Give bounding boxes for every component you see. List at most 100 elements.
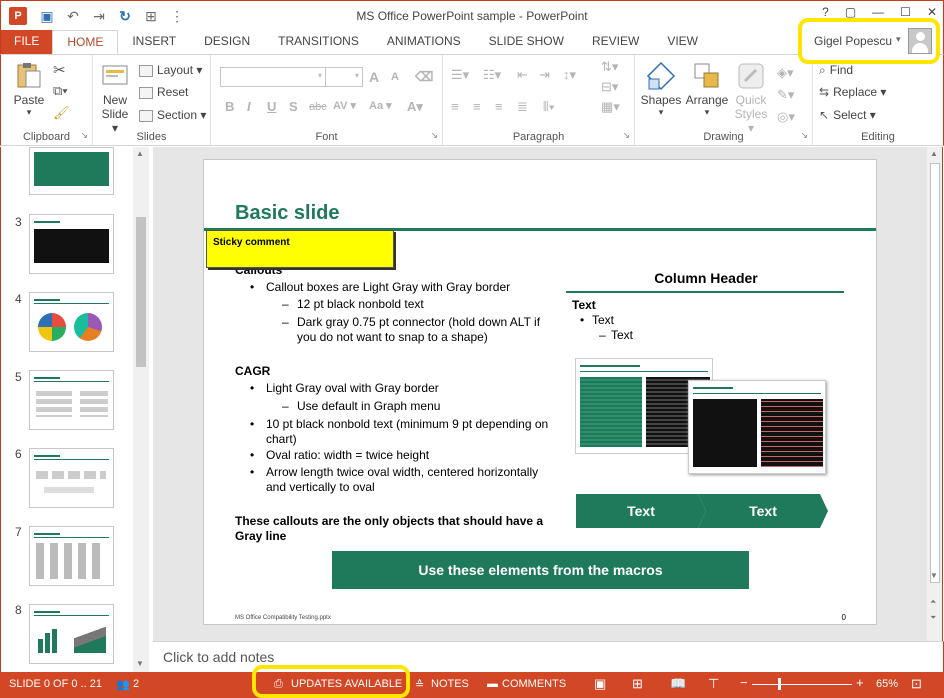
find-button[interactable]: ⌕ Find xyxy=(819,63,853,78)
align-left-icon[interactable]: ≡ xyxy=(451,99,459,114)
increase-font-button[interactable]: A xyxy=(369,69,379,85)
clear-formatting-icon[interactable]: ⌫ xyxy=(415,69,433,85)
dialog-launcher-icon[interactable]: ↘ xyxy=(430,130,438,141)
paste-button[interactable]: Paste ▾ xyxy=(9,61,49,118)
user-account-button[interactable]: Gigel Popescu ▾ xyxy=(798,18,940,64)
tab-home[interactable]: HOME xyxy=(52,30,119,54)
cagr-bullet-3[interactable]: Oval ratio: width = twice height xyxy=(266,448,429,463)
callouts-bullet-1[interactable]: Callout boxes are Light Gray with Gray b… xyxy=(266,280,510,295)
callouts-sub-2b[interactable]: you do not want to snap to a shape) xyxy=(297,330,488,345)
notes-placeholder[interactable]: Click to add notes xyxy=(163,649,274,665)
font-color-icon[interactable]: A▾ xyxy=(407,99,423,115)
dialog-launcher-icon[interactable]: ↘ xyxy=(80,130,88,141)
scrollbar-thumb[interactable] xyxy=(930,163,940,583)
embedded-slide-image-2[interactable] xyxy=(688,380,826,474)
slide-thumbnail-2[interactable] xyxy=(29,147,114,195)
slide-thumbnail-5[interactable] xyxy=(29,370,114,430)
ribbon-display-icon[interactable]: ▢ xyxy=(845,5,856,19)
thumbnails-scrollbar[interactable]: ▲ ▼ xyxy=(133,147,149,672)
decrease-font-button[interactable]: A xyxy=(391,71,399,83)
cagr-heading[interactable]: CAGR xyxy=(235,364,270,379)
slide-scrollbar[interactable]: ▲ ▼ ⏶ ⏷ xyxy=(927,147,943,641)
slide-sorter-icon[interactable]: ⊞ xyxy=(632,676,643,692)
character-spacing-button[interactable]: AV ▾ xyxy=(333,99,356,112)
column-header[interactable]: Column Header xyxy=(566,270,846,286)
tab-slide-show[interactable]: SLIDE SHOW xyxy=(475,30,578,54)
maximize-icon[interactable]: ☐ xyxy=(900,5,911,19)
shapes-button[interactable]: Shapes ▾ xyxy=(639,61,683,118)
slide-show-icon[interactable]: ⊤ xyxy=(708,676,719,692)
tab-design[interactable]: DESIGN xyxy=(190,30,264,54)
minimize-icon[interactable]: — xyxy=(872,5,884,19)
slide-thumbnail-4[interactable] xyxy=(29,292,114,352)
italic-button[interactable]: I xyxy=(247,99,251,114)
increase-indent-icon[interactable]: ⇥ xyxy=(539,67,550,83)
copy-icon[interactable]: ⧉▾ xyxy=(53,83,68,99)
zoom-slider-handle[interactable] xyxy=(778,678,781,690)
numbering-icon[interactable]: ☷▾ xyxy=(483,67,501,83)
select-button[interactable]: ↖ Select ▾ xyxy=(819,108,876,122)
previous-slide-icon[interactable]: ⏶ xyxy=(930,597,936,607)
close-icon[interactable]: ✕ xyxy=(927,5,937,19)
justify-icon[interactable]: ≣ xyxy=(517,99,528,115)
scroll-down-icon[interactable]: ▼ xyxy=(136,659,144,668)
closing-line-b[interactable]: Gray line xyxy=(235,529,286,544)
comments-icon[interactable]: ▬ xyxy=(487,678,498,690)
column-text-bullet[interactable]: Text xyxy=(592,313,614,328)
tab-insert[interactable]: INSERT xyxy=(118,30,190,54)
replace-button[interactable]: ⇆ Replace ▾ xyxy=(819,85,886,99)
smartart-icon[interactable]: ▦▾ xyxy=(601,99,620,115)
tab-file[interactable]: FILE xyxy=(1,30,53,54)
zoom-level[interactable]: 65% xyxy=(876,678,898,690)
change-case-button[interactable]: Aa ▾ xyxy=(369,99,392,112)
current-slide[interactable]: Basic slide Callouts • Callout boxes are… xyxy=(203,159,877,625)
macros-banner[interactable]: Use these elements from the macros xyxy=(332,551,749,589)
authors-count[interactable]: 2 xyxy=(133,678,139,690)
new-slide-button[interactable]: New Slide ▾ xyxy=(97,61,133,135)
scroll-up-icon[interactable]: ▲ xyxy=(930,149,938,158)
font-size-field[interactable]: ▾ xyxy=(325,67,363,87)
scroll-down-icon[interactable]: ▼ xyxy=(930,571,938,580)
strikethrough-button[interactable]: abc xyxy=(309,101,327,113)
normal-view-icon[interactable]: ▣ xyxy=(594,676,606,692)
underline-button[interactable]: U xyxy=(267,99,276,114)
slide-title[interactable]: Basic slide xyxy=(235,202,340,225)
tab-view[interactable]: VIEW xyxy=(653,30,712,54)
slide-thumbnail-6[interactable] xyxy=(29,448,114,508)
cut-icon[interactable]: ✂ xyxy=(53,61,66,79)
scroll-up-icon[interactable]: ▲ xyxy=(136,149,144,158)
notes-icon[interactable]: ≙ xyxy=(415,678,424,691)
tab-review[interactable]: REVIEW xyxy=(578,30,653,54)
chevron-step-2[interactable]: Text xyxy=(698,494,828,528)
font-name-field[interactable]: ▾ xyxy=(220,67,326,87)
arrange-button[interactable]: Arrange ▾ xyxy=(683,61,731,118)
cagr-bullet-2b[interactable]: chart) xyxy=(266,432,297,447)
column-text-heading[interactable]: Text xyxy=(572,298,596,313)
dialog-launcher-icon[interactable]: ↘ xyxy=(800,130,808,141)
slide-thumbnail-3[interactable] xyxy=(29,214,114,274)
align-center-icon[interactable]: ≡ xyxy=(473,99,481,114)
format-painter-icon[interactable]: 🖌 xyxy=(53,105,70,121)
chevron-step-1[interactable]: Text xyxy=(576,494,706,528)
line-spacing-icon[interactable]: ↕▾ xyxy=(563,67,576,83)
align-text-icon[interactable]: ⊟▾ xyxy=(601,79,618,95)
quick-styles-button[interactable]: Quick Styles ▾ xyxy=(731,61,771,135)
slide-thumbnail-8[interactable] xyxy=(29,604,114,664)
callouts-sub-1[interactable]: 12 pt black nonbold text xyxy=(297,297,424,312)
zoom-out-button[interactable]: − xyxy=(740,675,748,690)
bold-button[interactable]: B xyxy=(225,99,234,114)
reset-button[interactable]: Reset xyxy=(139,85,188,99)
column-text-sub[interactable]: Text xyxy=(611,328,633,343)
shape-effects-icon[interactable]: ◎▾ xyxy=(777,109,795,125)
shadow-button[interactable]: S xyxy=(289,99,298,114)
scrollbar-thumb[interactable] xyxy=(136,217,146,367)
columns-icon[interactable]: ⫴▾ xyxy=(543,99,555,115)
zoom-in-button[interactable]: + xyxy=(856,675,864,690)
cagr-bullet-4b[interactable]: and vertically to oval xyxy=(266,480,375,495)
cagr-bullet-2a[interactable]: 10 pt black nonbold text (minimum 9 pt d… xyxy=(266,417,548,432)
section-button[interactable]: Section ▾ xyxy=(139,108,206,122)
cagr-bullet-1[interactable]: Light Gray oval with Gray border xyxy=(266,381,439,396)
shape-outline-icon[interactable]: ✎▾ xyxy=(777,87,794,103)
notes-button[interactable]: NOTES xyxy=(431,678,469,690)
cagr-bullet-4a[interactable]: Arrow length twice oval width, centered … xyxy=(266,465,538,480)
